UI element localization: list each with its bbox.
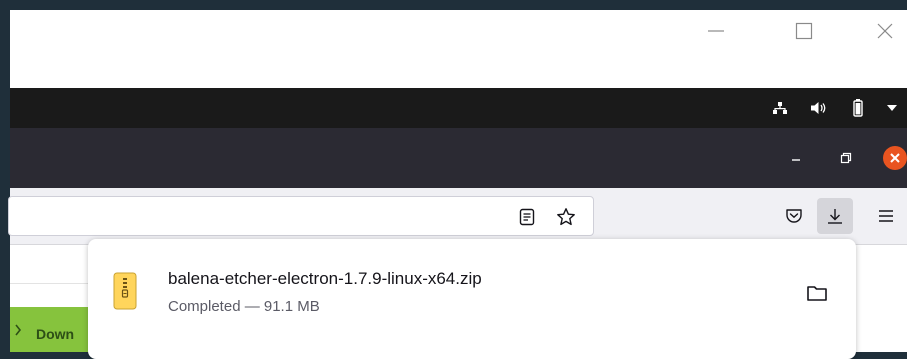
firefox-close-button[interactable] — [881, 144, 907, 172]
restore-icon — [840, 152, 852, 164]
page-top-strip — [10, 245, 90, 284]
volume-icon — [811, 102, 826, 114]
zip-file-icon — [113, 272, 137, 315]
bookmark-star-icon — [557, 208, 575, 226]
battery-indicator[interactable] — [850, 88, 866, 128]
outer-window-titlebar — [10, 10, 907, 88]
reader-view-button[interactable] — [513, 203, 541, 231]
firefox-window-header — [10, 128, 907, 188]
system-menu-button[interactable] — [884, 88, 900, 128]
system-top-panel — [10, 88, 907, 128]
app-menu-button[interactable] — [868, 198, 904, 234]
navigation-toolbar — [8, 188, 907, 245]
outer-minimize-button[interactable] — [698, 16, 734, 46]
maximize-icon — [795, 22, 813, 40]
folder-icon — [807, 286, 827, 301]
download-status: Completed — 91.1 MB — [168, 298, 320, 315]
download-filename: balena-etcher-electron-1.7.9-linux-x64.z… — [168, 269, 482, 288]
download-item[interactable]: balena-etcher-electron-1.7.9-linux-x64.z… — [88, 239, 856, 349]
pocket-icon — [786, 209, 802, 223]
download-icon — [828, 209, 842, 224]
bookmark-star-button[interactable] — [552, 203, 580, 231]
firefox-restore-button[interactable] — [834, 144, 858, 172]
minimize-icon — [792, 159, 800, 161]
firefox-minimize-button[interactable] — [784, 144, 808, 172]
downloads-panel: balena-etcher-electron-1.7.9-linux-x64.z… — [88, 239, 856, 359]
network-icon — [773, 102, 787, 114]
reader-view-icon — [519, 208, 535, 226]
app-menu-icon — [879, 210, 893, 222]
minimize-icon — [708, 30, 724, 32]
download-arrow-icon — [15, 324, 22, 336]
battery-icon — [853, 99, 863, 117]
outer-close-button[interactable] — [867, 16, 903, 46]
outer-maximize-button[interactable] — [786, 16, 822, 46]
url-bar[interactable] — [8, 196, 594, 236]
page-download-label: Down — [36, 326, 75, 342]
system-menu-arrow-icon — [887, 105, 897, 111]
volume-indicator[interactable] — [808, 88, 830, 128]
close-icon — [877, 23, 893, 39]
show-in-folder-button[interactable] — [803, 279, 831, 307]
close-icon — [883, 146, 907, 170]
pocket-button[interactable] — [776, 198, 812, 234]
network-indicator[interactable] — [770, 88, 790, 128]
downloads-button[interactable] — [817, 198, 853, 234]
